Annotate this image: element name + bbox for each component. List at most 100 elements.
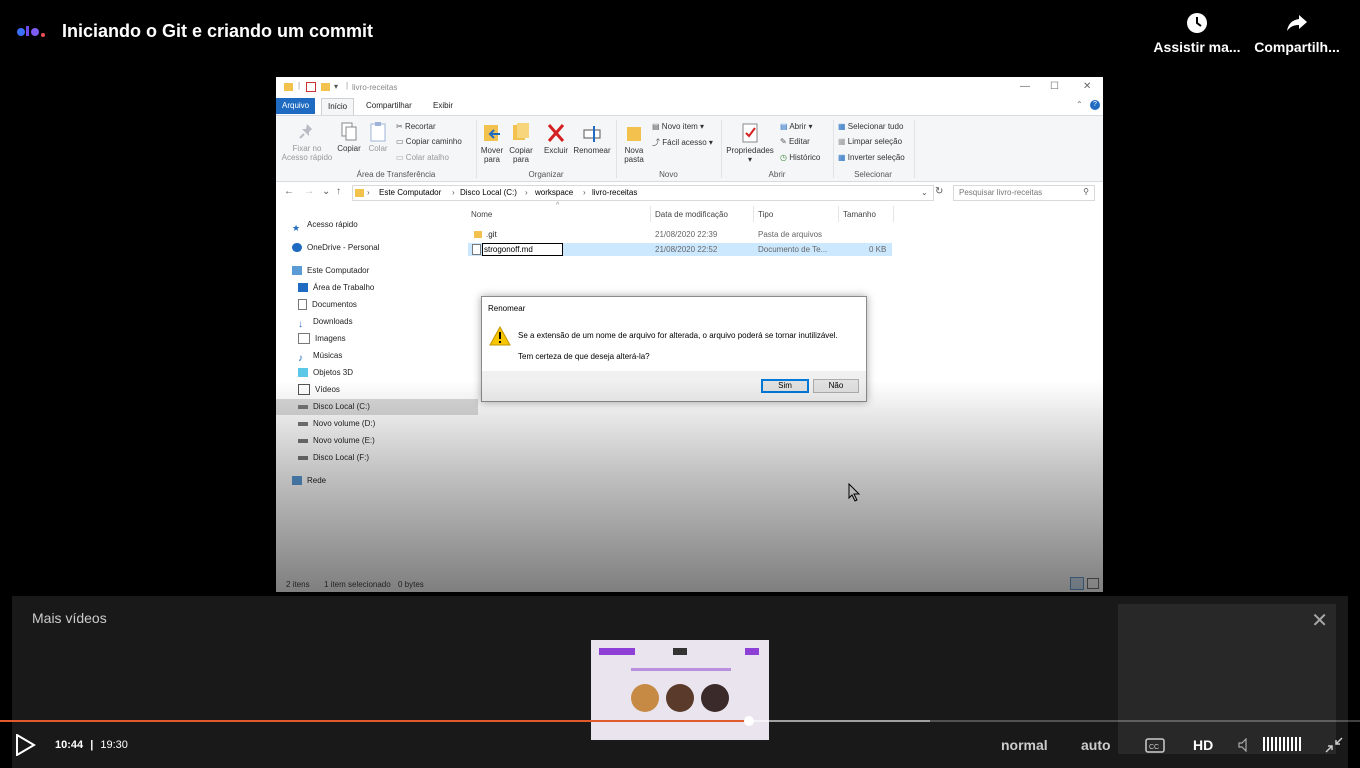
qat-dropdown-icon[interactable]: ▾ [334,82,338,91]
play-icon[interactable] [14,734,36,756]
video-thumbnail-partial[interactable] [1118,604,1336,754]
nav-disk-f[interactable]: Disco Local (F:) [298,450,478,466]
select-all-button[interactable]: ▦ Selecionar tudo [838,122,903,131]
minimize-button[interactable]: — [1020,81,1030,92]
group-new: Novo [659,170,678,179]
nav-downloads[interactable]: ↓ Downloads [298,314,478,330]
folder-icon [355,189,364,197]
nav-volume-e[interactable]: Novo volume (E:) [298,433,478,449]
nav-volume-d[interactable]: Novo volume (D:) [298,416,478,432]
nav-onedrive[interactable]: OneDrive - Personal [292,240,472,256]
drive-icon [298,404,308,409]
open-label: Abrir [789,122,807,131]
speed-button[interactable]: normal [1001,737,1048,753]
back-arrow-icon[interactable]: ← [284,186,294,197]
delete-button[interactable]: Excluir [539,122,573,155]
quality-auto-button[interactable]: auto [1081,737,1111,753]
search-box[interactable]: Pesquisar livro-receitas ⚲ [953,185,1095,201]
file-row-git[interactable]: .git 21/08/2020 22:39 Pasta de arquivos [468,228,892,241]
help-icon[interactable]: ? [1090,100,1100,110]
column-size[interactable]: Tamanho [843,210,876,219]
breadcrumb-disk-c[interactable]: Disco Local (C:) [460,188,517,197]
avatar [701,684,729,712]
move-to-button[interactable]: Mover para [478,122,506,164]
nav-desktop[interactable]: Área de Trabalho [298,280,478,296]
new-folder-qat-icon[interactable] [321,83,330,91]
rename-button[interactable]: Renomear [573,122,611,155]
properties-qat-icon[interactable] [306,82,316,92]
close-window-button[interactable]: ✕ [1083,81,1091,92]
cut-button[interactable]: ✂ Recortar [396,122,436,131]
pin-icon [299,124,312,139]
nav-documents[interactable]: Documentos [298,297,478,313]
nav-videos[interactable]: Vídeos [298,382,478,398]
paste-button[interactable]: Colar [364,122,392,153]
up-arrow-icon[interactable]: ↑ [336,186,341,197]
nav-pictures[interactable]: Imagens [298,331,478,347]
nav-quick-access-label: Acesso rápido [307,220,358,229]
new-folder-button[interactable]: Nova pasta [620,122,648,164]
nav-3d-objects[interactable]: Objetos 3D [298,365,478,381]
video-thumbnail[interactable] [591,640,769,740]
cube-icon [298,368,308,378]
progress-played [0,720,749,722]
tab-exibir[interactable]: Exibir [427,98,459,114]
window-title: livro-receitas [352,83,398,92]
select-none-button[interactable]: ▦ Limpar seleção [838,137,902,146]
nav-disk-c[interactable]: Disco Local (C:) [276,399,478,415]
maximize-button[interactable]: ☐ [1050,81,1059,92]
progress-handle[interactable] [744,716,754,726]
breadcrumb-workspace[interactable]: workspace [535,188,573,197]
video-title: Iniciando o Git e criando um commit [62,21,374,41]
volume-icon[interactable] [1238,738,1252,752]
nav-network-label: Rede [307,476,327,485]
tab-inicio[interactable]: Início [321,98,355,115]
breadcrumb-this-pc[interactable]: Este Computador [379,188,441,197]
search-placeholder: Pesquisar livro-receitas [959,188,1043,197]
search-icon: ⚲ [1083,187,1089,196]
recent-dropdown-icon[interactable]: ⌄ [322,186,330,197]
large-icons-view-icon[interactable] [1087,578,1099,589]
paste-shortcut-button[interactable]: ▭ Colar atalho [396,153,449,162]
pin-quick-access-button[interactable]: Fixar no Acesso rápido [280,122,334,162]
copy-button[interactable]: Copiar [334,122,364,153]
new-folder-icon [627,127,641,141]
refresh-icon[interactable]: ↻ [935,186,943,197]
share-button[interactable]: Compartilh... [1252,12,1342,55]
copy-path-button[interactable]: ▭ Copiar caminho [396,137,462,146]
download-icon: ↓ [298,319,303,331]
copy-to-button[interactable]: Copiar para [507,122,535,164]
column-name[interactable]: Nome [471,210,492,219]
watch-later-button[interactable]: Assistir ma... [1152,12,1242,55]
nav-this-pc[interactable]: Este Computador [292,263,472,279]
column-type[interactable]: Tipo [758,210,773,219]
exit-fullscreen-icon[interactable] [1325,737,1343,753]
properties-button[interactable]: Propriedades ▾ [724,122,776,164]
address-bar[interactable]: › Este Computador › Disco Local (C:) › w… [352,185,934,201]
forward-arrow-icon[interactable]: → [304,186,314,197]
new-item-button[interactable]: ▤ Novo item ▾ [652,122,704,131]
clock-icon [1187,13,1207,33]
cc-icon[interactable]: CC [1145,738,1165,753]
collapse-ribbon-icon[interactable]: ⌃ [1076,100,1083,109]
column-date[interactable]: Data de modificação [655,210,728,219]
file-row-strogonoff[interactable]: strogonoff.md 21/08/2020 22:52 Documento… [468,243,892,256]
easy-access-button[interactable]: ⤴ Fácil acesso ▾ [652,137,713,148]
tab-compartilhar[interactable]: Compartilhar [360,98,418,114]
nav-music[interactable]: ♪ Músicas [298,348,478,364]
tab-arquivo[interactable]: Arquivo [276,98,316,114]
yes-button[interactable]: Sim [761,379,809,393]
address-dropdown-icon[interactable]: ⌄ [921,188,928,197]
hd-button[interactable]: HD [1193,737,1213,753]
invert-selection-button[interactable]: ▦ Inverter seleção [838,153,905,162]
history-button[interactable]: ◷ Histórico [780,153,820,162]
breadcrumb-livro-receitas[interactable]: livro-receitas [592,188,637,197]
nav-quick-access[interactable]: ★ Acesso rápido [292,217,472,233]
volume-slider[interactable] [1263,737,1303,751]
no-button[interactable]: Não [813,379,859,393]
edit-button[interactable]: ✎ Editar [780,137,810,146]
open-button[interactable]: ▤ Abrir ▾ [780,122,812,131]
details-view-icon[interactable] [1070,577,1084,590]
rename-input[interactable]: strogonoff.md [482,243,563,256]
nav-network[interactable]: Rede [292,473,472,489]
